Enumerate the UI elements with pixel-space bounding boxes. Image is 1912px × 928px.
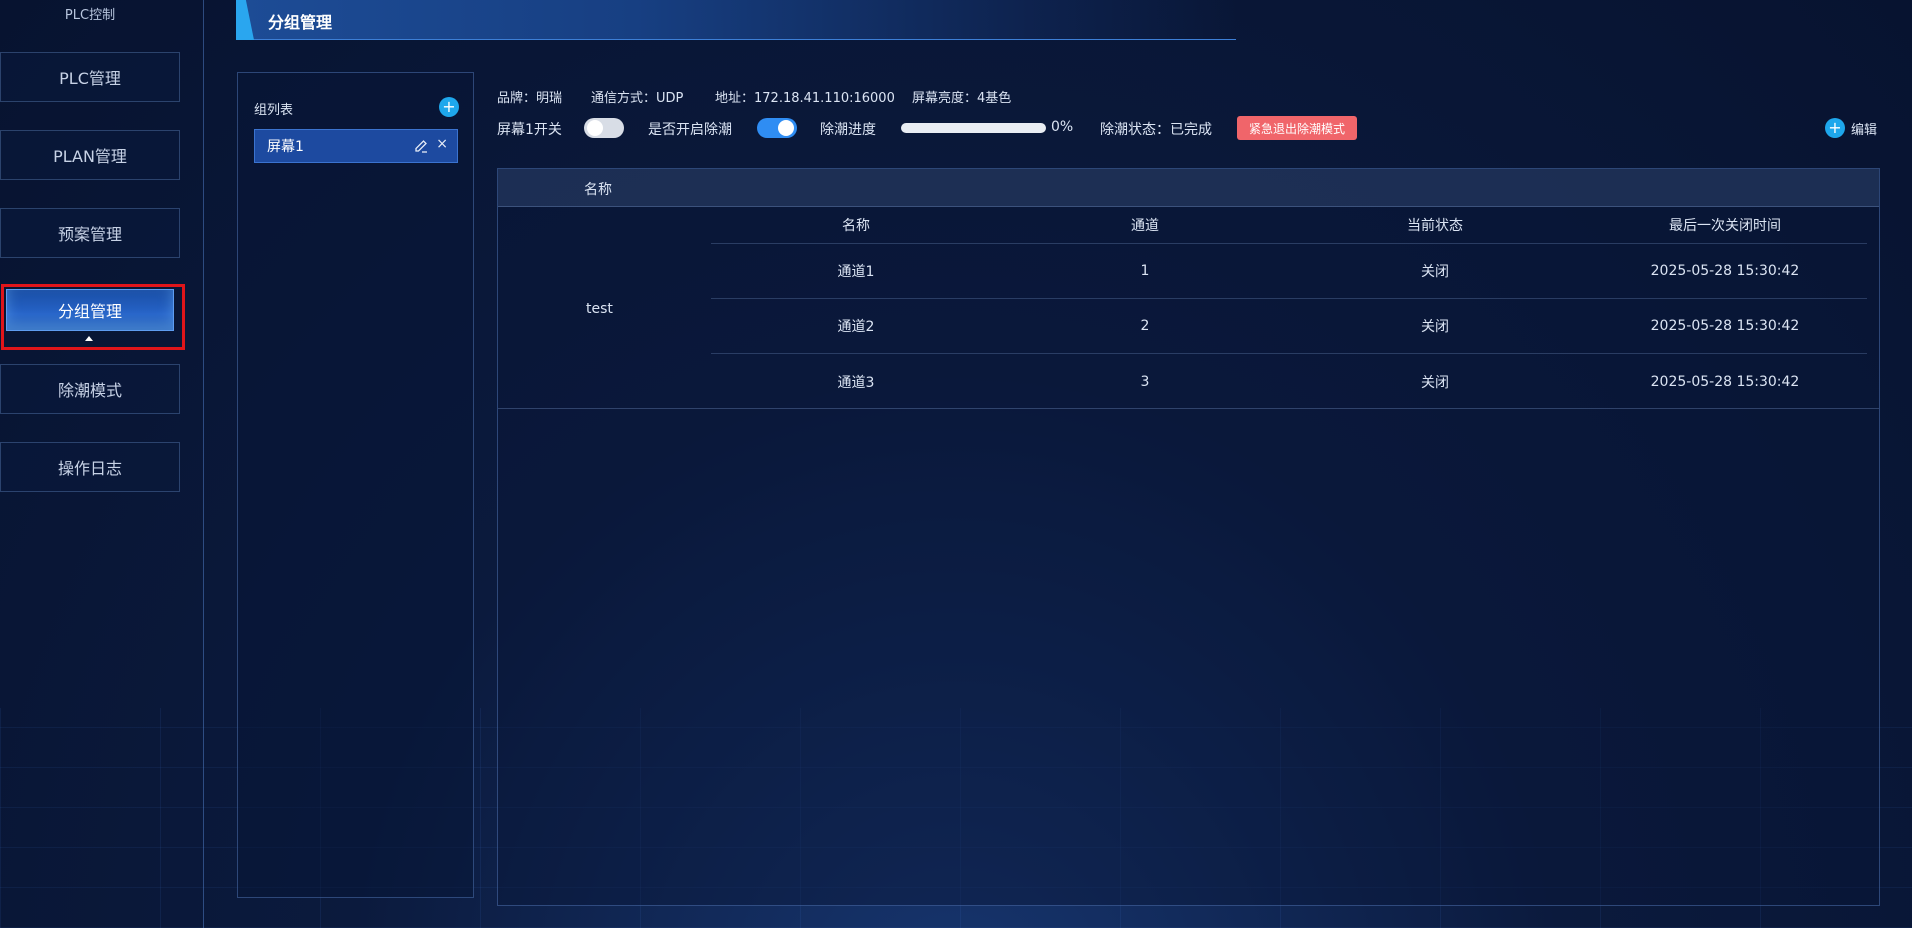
group-list-item[interactable]: 屏幕1 × [254, 129, 458, 163]
sub-table-header: 名称 通道 当前状态 最后一次关闭时间 [711, 207, 1867, 244]
channel-time-cell: 2025-05-28 15:30:42 [1650, 373, 1800, 390]
header-accent [236, 0, 254, 40]
table-row: 通道1 1 关闭 2025-05-28 15:30:42 [711, 244, 1867, 299]
address-info: 地址：172.18.41.110:16000 [715, 91, 895, 106]
group-list-panel: 组列表 + 屏幕1 × [237, 72, 474, 898]
channel-status-cell: 关闭 [1421, 264, 1449, 280]
sidebar: PLC控制 PLC管理 PLAN管理 预案管理 分组管理 除潮模式 操作日志 [0, 0, 204, 928]
channel-status-cell: 关闭 [1421, 319, 1449, 335]
sidebar-title: PLC控制 [64, 8, 116, 23]
group-list-title: 组列表 [254, 103, 294, 118]
sidebar-item-group[interactable]: 分组管理 [6, 289, 174, 331]
group-name-cell: test [586, 301, 613, 317]
toggle-knob [587, 120, 603, 136]
screen-switch-label: 屏幕1开关 [497, 122, 562, 138]
emergency-exit-button[interactable]: 紧急退出除潮模式 [1237, 116, 1357, 140]
channel-name-cell: 通道1 [837, 264, 875, 280]
sidebar-item-log[interactable]: 操作日志 [0, 442, 180, 492]
toggle-knob [778, 120, 794, 136]
group-table: 名称 test 名称 通道 当前状态 最后一次关闭时间 通道1 1 关闭 202… [497, 168, 1880, 906]
close-icon[interactable]: × [436, 136, 448, 152]
channel-number-cell: 1 [1140, 263, 1150, 279]
brand-info: 品牌：明瑞 [497, 91, 563, 106]
edit-icon[interactable] [413, 138, 429, 154]
dehumid-progress-bar [901, 123, 1046, 133]
dehumid-status: 除潮状态：已完成 [1100, 122, 1212, 138]
add-group-icon[interactable]: + [439, 97, 459, 117]
comm-info: 通信方式：UDP [591, 91, 684, 106]
dehumid-enable-label: 是否开启除潮 [648, 122, 732, 138]
table-row: 通道3 3 关闭 2025-05-28 15:30:42 [711, 354, 1867, 409]
table-header: 名称 [498, 169, 1879, 207]
edit-button-label: 编辑 [1851, 122, 1878, 138]
sidebar-item-preplan[interactable]: 预案管理 [0, 208, 180, 258]
channel-status-cell: 关闭 [1421, 374, 1449, 391]
progress-label: 除潮进度 [820, 122, 876, 138]
active-caret-icon [85, 336, 93, 341]
table-row: 通道2 2 关闭 2025-05-28 15:30:42 [711, 299, 1867, 354]
sub-header-status: 当前状态 [1407, 218, 1463, 234]
channel-sub-table: 名称 通道 当前状态 最后一次关闭时间 通道1 1 关闭 2025-05-28 … [711, 207, 1867, 409]
channel-name-cell: 通道2 [837, 319, 875, 335]
dehumid-enable-toggle[interactable] [757, 118, 797, 138]
page-title: 分组管理 [268, 13, 333, 32]
header-name: 名称 [584, 182, 612, 198]
page-header: 分组管理 [236, 0, 1236, 40]
group-item-label: 屏幕1 [267, 139, 304, 155]
sub-header-last-close: 最后一次关闭时间 [1669, 218, 1781, 234]
sidebar-item-plan[interactable]: PLAN管理 [0, 130, 180, 180]
sidebar-item-plc[interactable]: PLC管理 [0, 52, 180, 102]
edit-button[interactable]: + 编辑 [1825, 117, 1877, 139]
channel-name-cell: 通道3 [837, 374, 875, 391]
sidebar-item-dehumid[interactable]: 除潮模式 [0, 364, 180, 414]
screen-switch-toggle[interactable] [584, 118, 624, 138]
table-row: test 名称 通道 当前状态 最后一次关闭时间 通道1 1 关闭 2025-0… [498, 207, 1879, 409]
channel-time-cell: 2025-05-28 15:30:42 [1650, 263, 1800, 279]
sub-header-channel: 通道 [1131, 218, 1159, 234]
channel-time-cell: 2025-05-28 15:30:42 [1650, 318, 1800, 334]
channel-number-cell: 2 [1140, 318, 1150, 334]
brightness-info: 屏幕亮度：4基色 [912, 91, 1012, 106]
channel-number-cell: 3 [1140, 373, 1150, 390]
progress-text: 0% [1051, 119, 1074, 135]
sub-header-name: 名称 [842, 218, 870, 234]
add-circle-icon: + [1825, 118, 1845, 138]
